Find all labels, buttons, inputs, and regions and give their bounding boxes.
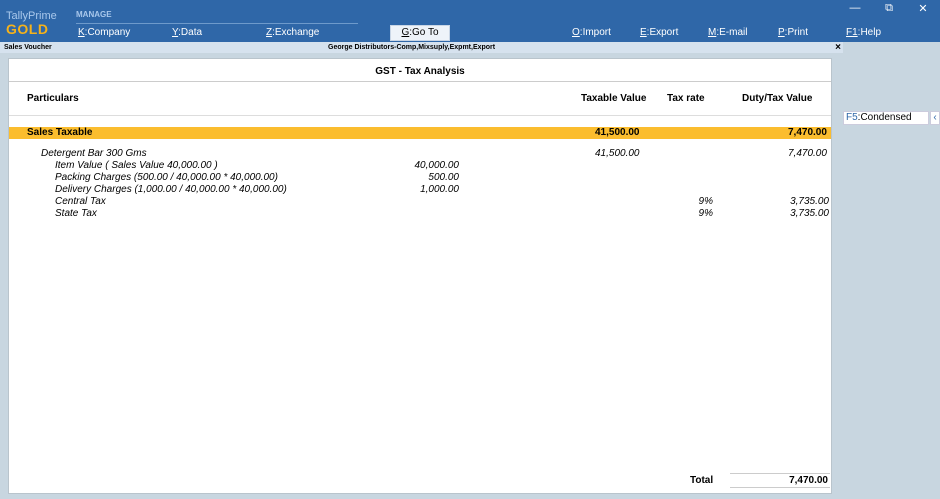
col-particulars: Particulars — [27, 93, 79, 104]
menu-print[interactable]: P:Print — [778, 27, 808, 38]
menu-import-key: O — [572, 27, 580, 38]
goto-key: G — [401, 27, 410, 38]
menu-help[interactable]: F1:Help — [846, 27, 881, 38]
col-tax-rate: Tax rate — [667, 93, 705, 104]
group-row-sales-taxable[interactable]: Sales Taxable 41,500.00 7,470.00 — [9, 127, 831, 139]
group-duty-value: 7,470.00 — [788, 127, 827, 138]
detail-amount: 500.00 — [428, 172, 459, 183]
top-menu-bar: TallyPrime GOLD MANAGE K:Company Y:Data … — [0, 0, 940, 42]
menu-exchange-key: Z — [266, 27, 273, 38]
menu-export-key: E — [640, 27, 647, 38]
item-duty-value: 7,470.00 — [788, 148, 827, 159]
group-taxable-value: 41,500.00 — [595, 127, 640, 138]
item-name[interactable]: Detergent Bar 300 Gms — [41, 148, 147, 159]
menu-import[interactable]: O:Import — [572, 27, 611, 38]
menu-exchange-label: Exchange — [274, 27, 320, 38]
menu-export-label: Export — [649, 27, 679, 38]
header-divider — [9, 115, 831, 116]
manage-divider — [76, 23, 358, 24]
menu-export[interactable]: E:Export — [640, 27, 678, 38]
title-divider — [9, 81, 831, 82]
brand-logo: TallyPrime GOLD — [6, 10, 57, 37]
detail-amount: 40,000.00 — [414, 160, 460, 171]
menu-help-label: Help — [860, 27, 882, 38]
menu-email-label: E-mail — [719, 27, 748, 38]
menu-help-key: F1 — [846, 27, 858, 38]
restore-icon[interactable]: ⧉ — [882, 2, 896, 15]
tax-rate: 9% — [698, 196, 713, 207]
manage-section-label: MANAGE — [76, 10, 112, 19]
menu-company-label: Company — [87, 27, 131, 38]
col-duty-tax-value: Duty/Tax Value — [742, 93, 813, 104]
group-label: Sales Taxable — [27, 127, 93, 138]
window-close-icon[interactable]: ✕ — [916, 2, 930, 15]
tax-label: Central Tax — [55, 196, 106, 207]
tax-value: 3,735.00 — [790, 208, 829, 219]
goto-label: Go To — [412, 27, 439, 38]
menu-email-key: M — [708, 27, 717, 38]
tax-rate: 9% — [698, 208, 713, 219]
condensed-key: F5 — [846, 112, 858, 123]
voucher-title-strip: Sales Voucher George Distributors-Comp,M… — [0, 42, 843, 53]
report-panel: GST - Tax Analysis Particulars Taxable V… — [8, 58, 832, 494]
detail-label: Delivery Charges (1,000.00 / 40,000.00 *… — [55, 184, 287, 195]
voucher-type-label: Sales Voucher — [4, 44, 52, 51]
goto-button[interactable]: G:Go To — [390, 25, 450, 41]
menu-import-label: Import — [582, 27, 611, 38]
menu-print-key: P — [778, 27, 785, 38]
detail-amount: 1,000.00 — [420, 184, 459, 195]
menu-data-label: Data — [180, 27, 203, 38]
report-title: GST - Tax Analysis — [375, 66, 465, 77]
company-name-label: George Distributors-Comp,Mixsuply,Expmt,… — [328, 44, 496, 51]
menu-company[interactable]: K:Company — [78, 27, 130, 38]
tax-value: 3,735.00 — [790, 196, 829, 207]
minimize-icon[interactable]: — — [848, 2, 862, 14]
collapse-panel-icon[interactable]: ‹ — [930, 111, 940, 125]
detail-label: Packing Charges (500.00 / 40,000.00 * 40… — [55, 172, 278, 183]
menu-data-key: Y — [172, 27, 179, 38]
detail-label: Item Value ( Sales Value 40,000.00 ) — [55, 160, 218, 171]
total-label: Total — [690, 475, 714, 486]
close-report-icon[interactable]: × — [835, 42, 841, 53]
col-taxable-value: Taxable Value — [581, 93, 647, 104]
menu-data[interactable]: Y:Data — [172, 27, 202, 38]
condensed-button[interactable]: F5:Condensed — [843, 111, 929, 125]
brand-edition: GOLD — [6, 21, 49, 37]
item-taxable-value: 41,500.00 — [595, 148, 640, 159]
menu-email[interactable]: M:E-mail — [708, 27, 747, 38]
tax-label: State Tax — [55, 208, 97, 219]
menu-exchange[interactable]: Z:Exchange — [266, 27, 319, 38]
condensed-label: Condensed — [860, 112, 912, 123]
menu-print-label: Print — [787, 27, 809, 38]
total-value: 7,470.00 — [730, 473, 830, 488]
menu-company-key: K — [78, 27, 85, 38]
